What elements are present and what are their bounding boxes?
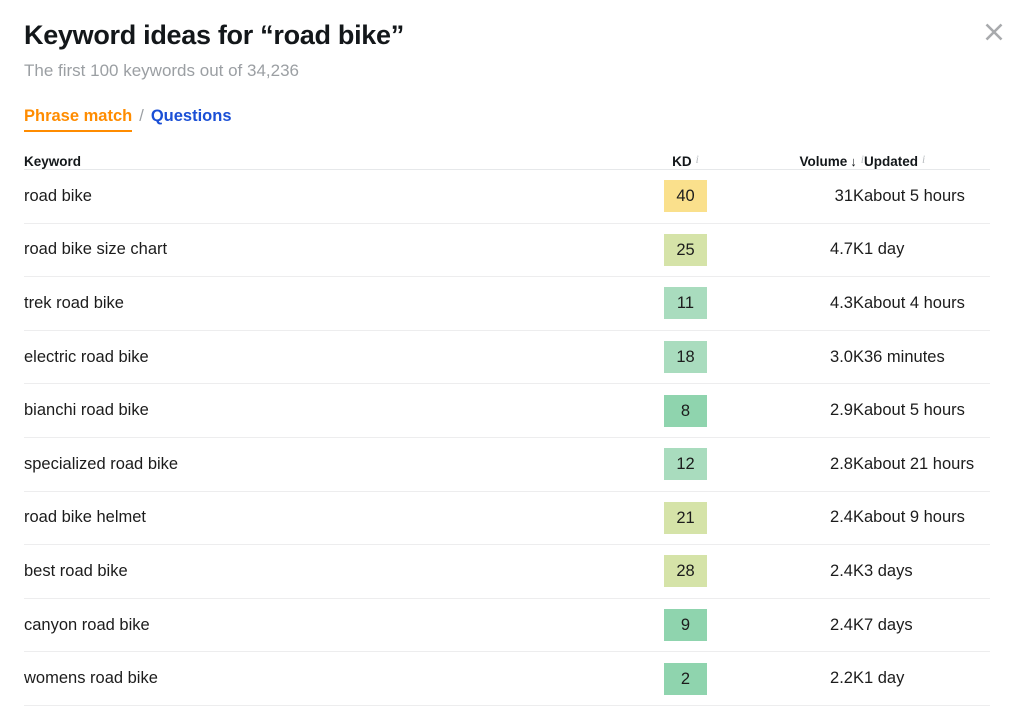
cell-volume: 2.4K [830, 561, 864, 580]
cell-updated: about 5 hours [864, 401, 965, 420]
table-header-row: Keyword KD i Volume ↓ i Updated i [24, 154, 990, 170]
cell-kd: 21 [656, 491, 756, 545]
tab-questions[interactable]: Questions [151, 106, 232, 126]
column-header-updated[interactable]: Updated i [864, 154, 990, 170]
table-row[interactable]: electric road bike 18 3.0K 36 minutes [24, 330, 990, 384]
kd-badge: 9 [664, 609, 707, 642]
cell-volume: 31K [834, 186, 864, 205]
cell-kd: 2 [656, 652, 756, 706]
kd-badge: 2 [664, 662, 707, 695]
table-row[interactable]: best road bike 28 2.4K 3 days [24, 545, 990, 599]
info-icon[interactable]: i [922, 154, 925, 166]
sort-descending-icon[interactable]: ↓ [850, 154, 857, 169]
cell-updated: 3 days [864, 561, 913, 580]
cell-keyword[interactable]: road bike [24, 170, 656, 224]
match-type-tabs: Phrase match / Questions [24, 106, 1031, 132]
table-row[interactable]: trek road bike 11 4.3K about 4 hours [24, 277, 990, 331]
kd-badge: 11 [664, 287, 707, 320]
table-row[interactable]: canyon road bike 9 2.4K 7 days [24, 598, 990, 652]
cell-keyword[interactable]: road bike size chart [24, 223, 656, 277]
column-header-updated-label: Updated [864, 154, 918, 169]
kd-badge: 21 [664, 501, 707, 534]
cell-keyword[interactable]: trek road bike [24, 277, 656, 331]
close-button[interactable] [977, 15, 1011, 49]
cell-volume: 2.2K [830, 669, 864, 688]
table-body: road bike 40 31K about 5 hours road bike siz… [24, 170, 990, 706]
cell-kd: 25 [656, 223, 756, 277]
table-row[interactable]: bianchi road bike 8 2.9K about 5 hours [24, 384, 990, 438]
column-header-kd[interactable]: KD i [656, 154, 756, 170]
cell-updated: 36 minutes [864, 347, 945, 366]
cell-volume: 4.3K [830, 293, 864, 312]
cell-keyword[interactable]: specialized road bike [24, 437, 656, 491]
panel-header: Keyword ideas for “road bike” The first … [0, 0, 1031, 82]
cell-keyword[interactable]: womens road bike [24, 652, 656, 706]
kd-badge: 12 [664, 448, 707, 481]
kd-badge: 8 [664, 394, 707, 427]
cell-updated: about 21 hours [864, 454, 975, 473]
kd-badge: 25 [664, 233, 707, 266]
cell-keyword[interactable]: bianchi road bike [24, 384, 656, 438]
cell-kd: 8 [656, 384, 756, 438]
table-row[interactable]: womens road bike 2 2.2K 1 day [24, 652, 990, 706]
cell-updated: 1 day [864, 669, 905, 688]
cell-kd: 18 [656, 330, 756, 384]
kd-badge: 18 [664, 341, 707, 374]
kd-badge: 40 [664, 180, 707, 213]
column-header-kd-label: KD [672, 154, 692, 169]
column-header-keyword[interactable]: Keyword [24, 154, 656, 170]
column-header-volume[interactable]: Volume ↓ i [756, 154, 864, 170]
keyword-ideas-table: Keyword KD i Volume ↓ i Updated i road bike 4… [24, 154, 990, 706]
column-header-keyword-label: Keyword [24, 154, 82, 169]
cell-kd: 9 [656, 598, 756, 652]
cell-kd: 40 [656, 170, 756, 224]
cell-updated: 1 day [864, 240, 905, 259]
tab-phrase-match[interactable]: Phrase match [24, 106, 133, 132]
table-row[interactable]: specialized road bike 12 2.8K about 21 hour… [24, 437, 990, 492]
keyword-ideas-panel: Keyword ideas for “road bike” The first … [0, 0, 1031, 717]
cell-keyword[interactable]: electric road bike [24, 330, 656, 384]
cell-updated: about 5 hours [864, 186, 965, 205]
kd-badge: 28 [664, 555, 707, 588]
cell-keyword[interactable]: road bike helmet [24, 491, 656, 545]
cell-keyword[interactable]: best road bike [24, 545, 656, 599]
cell-kd: 12 [656, 437, 756, 491]
cell-updated: about 9 hours [864, 508, 965, 527]
cell-updated: 7 days [864, 615, 913, 634]
cell-volume: 2.4K [830, 508, 864, 527]
cell-kd: 11 [656, 277, 756, 331]
cell-volume: 4.7K [830, 240, 864, 259]
table-row[interactable]: road bike helmet 21 2.4K about 9 hours [24, 491, 990, 545]
page-subtitle: The first 100 keywords out of 34,236 [24, 61, 299, 80]
cell-volume: 2.4K [830, 615, 864, 634]
table-row[interactable]: road bike 40 31K about 5 hours [24, 170, 990, 224]
cell-volume: 3.0K [830, 347, 864, 366]
close-icon [983, 21, 1005, 43]
cell-keyword[interactable]: canyon road bike [24, 598, 656, 652]
cell-volume: 2.8K [830, 454, 864, 473]
column-header-volume-label: Volume [799, 154, 848, 169]
cell-updated: about 4 hours [864, 293, 965, 312]
table-row[interactable]: road bike size chart 25 4.7K 1 day [24, 223, 990, 277]
tab-separator: / [139, 107, 144, 125]
info-icon[interactable]: i [696, 154, 699, 166]
page-title: Keyword ideas for “road bike” [24, 20, 404, 50]
cell-kd: 28 [656, 545, 756, 599]
table-head: Keyword KD i Volume ↓ i Updated i [24, 154, 990, 170]
cell-volume: 2.9K [830, 401, 864, 420]
